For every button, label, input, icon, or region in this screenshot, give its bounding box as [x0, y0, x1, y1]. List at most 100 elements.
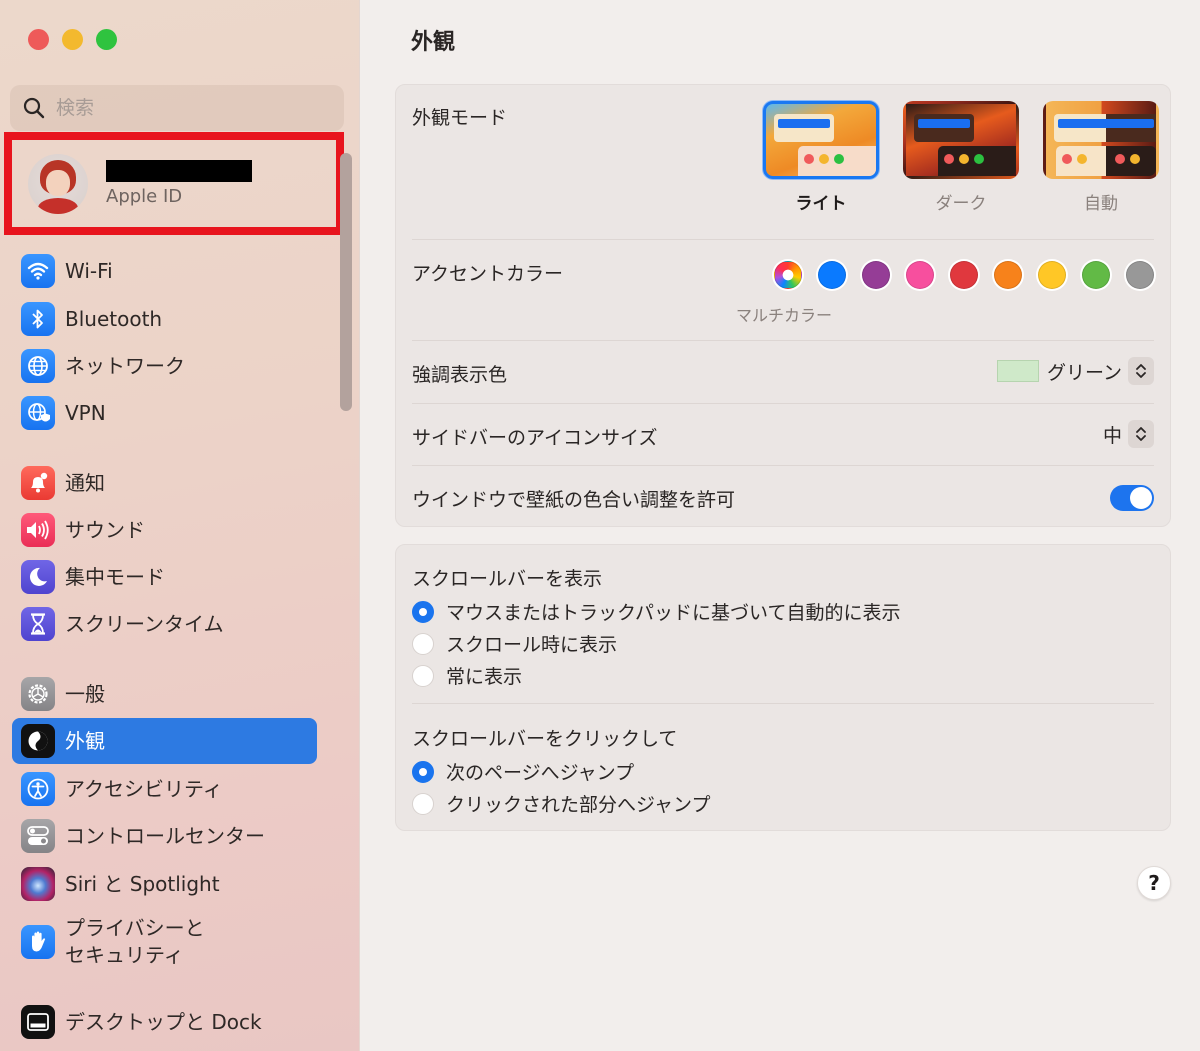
appearance-option-auto[interactable]: 自動 [1031, 101, 1171, 214]
sidebar-item-screen-time[interactable]: スクリーンタイム [12, 601, 317, 647]
sidebar-item-siri-spotlight[interactable]: Siri と Spotlight [12, 861, 317, 907]
click-scrollbar-option-clicked-spot[interactable]: クリックされた部分へジャンプ [412, 790, 710, 817]
appearance-option-label: ダーク [935, 194, 987, 214]
bluetooth-icon [21, 302, 55, 336]
appearance-option-label: ライト [795, 194, 847, 214]
appearance-option-light[interactable]: ライト [751, 101, 891, 214]
radio-button[interactable] [412, 792, 434, 815]
chevron-updown-icon[interactable] [1128, 357, 1154, 385]
sidebar-item-accessibility[interactable]: アクセシビリティ [12, 766, 317, 812]
sidebar-item-label: デスクトップと Dock [65, 1009, 262, 1034]
apple-id-label: Apple ID [106, 186, 183, 207]
globe-icon [21, 349, 55, 383]
radio-label: マウスまたはトラックパッドに基づいて自動的に表示 [446, 602, 901, 624]
sidebar-item-label: Wi-Fi [65, 258, 113, 283]
sidebar-item-desktop-dock[interactable]: デスクトップと Dock [12, 999, 317, 1045]
show-scrollbars-option-always[interactable]: 常に表示 [412, 662, 522, 689]
sidebar: Apple ID Wi-Fi Bluetooth ネットワーク VPN 通知 [0, 0, 360, 1051]
sidebar-item-privacy-security[interactable]: プライバシーと セキュリティ [12, 912, 317, 972]
apple-id-account[interactable]: Apple ID [4, 132, 344, 235]
divider [412, 703, 1154, 704]
show-scrollbars-option-auto[interactable]: マウスまたはトラックパッドに基づいて自動的に表示 [412, 598, 900, 625]
appearance-option-dark[interactable]: ダーク [891, 101, 1031, 214]
sidebar-icon-size-value: 中 [1102, 424, 1122, 447]
hand-icon [21, 925, 55, 959]
accent-swatch-multicolor[interactable] [774, 261, 802, 289]
chevron-updown-icon[interactable] [1128, 420, 1154, 448]
wallpaper-tinting-label: ウインドウで壁紙の色合い調整を許可 [412, 489, 736, 511]
dark-mode-thumbnail[interactable] [903, 101, 1019, 179]
search-field[interactable] [10, 85, 344, 131]
show-scrollbars-option-scrolling[interactable]: スクロール時に表示 [412, 630, 617, 657]
accent-swatch-purple[interactable] [862, 261, 890, 289]
moon-icon [21, 560, 55, 594]
auto-mode-thumbnail[interactable] [1043, 101, 1159, 179]
accent-swatch-pink[interactable] [906, 261, 934, 289]
sidebar-item-label: スクリーンタイム [65, 611, 224, 636]
sidebar-item-general[interactable]: 一般 [12, 671, 317, 717]
sidebar-item-network[interactable]: ネットワーク [12, 343, 317, 389]
click-scrollbar-option-next-page[interactable]: 次のページへジャンプ [412, 758, 634, 785]
accent-swatch-yellow[interactable] [1038, 261, 1066, 289]
accent-swatch-orange[interactable] [994, 261, 1022, 289]
accent-swatch-red[interactable] [950, 261, 978, 289]
accent-swatch-green[interactable] [1082, 261, 1110, 289]
accent-selected-caption: マルチカラー [736, 306, 833, 325]
radio-label: クリックされた部分へジャンプ [446, 794, 711, 816]
radio-button[interactable] [412, 664, 434, 687]
accessibility-icon [21, 772, 55, 806]
sidebar-item-appearance[interactable]: 外観 [12, 718, 317, 764]
bell-icon [21, 466, 55, 500]
sidebar-item-label: アクセシビリティ [65, 776, 223, 801]
divider [412, 239, 1154, 240]
search-input[interactable] [56, 97, 316, 119]
sidebar-item-label: Siri と Spotlight [65, 871, 220, 896]
avatar [28, 153, 88, 214]
show-scrollbars-label: スクロールバーを表示 [412, 568, 603, 590]
light-mode-thumbnail[interactable] [763, 101, 879, 179]
main-panel: 外観 外観モード ライト ダーク 自動 アクセントカラー マルチカラー 強調表示… [361, 0, 1200, 1051]
toggle-knob [1130, 487, 1152, 509]
radio-button[interactable] [412, 760, 434, 783]
divider [412, 403, 1154, 404]
close-window-button[interactable] [28, 29, 49, 50]
sidebar-item-label: プライバシーと セキュリティ [65, 916, 205, 967]
sidebar-item-bluetooth[interactable]: Bluetooth [12, 296, 317, 342]
sidebar-scrollbar[interactable] [340, 153, 352, 411]
appearance-settings-card: 外観モード ライト ダーク 自動 アクセントカラー マルチカラー 強調表示色 グ… [395, 84, 1171, 527]
sidebar-icon-size-popup[interactable]: 中 [1103, 420, 1154, 448]
sidebar-item-label: ネットワーク [65, 353, 185, 378]
accent-swatch-graphite[interactable] [1126, 261, 1154, 289]
sidebar-item-vpn[interactable]: VPN [12, 390, 317, 436]
sidebar-item-wifi[interactable]: Wi-Fi [12, 248, 317, 294]
radio-button[interactable] [412, 632, 434, 655]
sidebar-item-label: 外観 [65, 728, 105, 753]
sidebar-item-label: 一般 [65, 681, 105, 706]
sidebar-item-focus[interactable]: 集中モード [12, 554, 317, 600]
toggles-icon [21, 819, 55, 853]
wifi-icon [21, 254, 55, 288]
accent-color-label: アクセントカラー [412, 263, 564, 285]
radio-button[interactable] [412, 600, 434, 623]
appearance-mode-picker: ライト ダーク 自動 [751, 101, 1171, 214]
sidebar-item-label: 集中モード [65, 564, 165, 589]
appearance-icon [21, 724, 55, 758]
appearance-option-label: 自動 [1084, 194, 1118, 214]
dock-icon [21, 1005, 55, 1039]
help-button[interactable]: ? [1137, 866, 1171, 900]
wallpaper-tinting-toggle[interactable] [1110, 485, 1154, 511]
sidebar-item-notifications[interactable]: 通知 [12, 460, 317, 506]
minimize-window-button[interactable] [62, 29, 83, 50]
sidebar-item-sound[interactable]: サウンド [12, 507, 317, 553]
highlight-color-label: 強調表示色 [412, 364, 508, 386]
sidebar-item-label: Bluetooth [65, 306, 163, 331]
accent-swatch-blue[interactable] [818, 261, 846, 289]
page-title: 外観 [411, 30, 456, 55]
maximize-window-button[interactable] [96, 29, 117, 50]
sidebar-item-control-center[interactable]: コントロールセンター [12, 813, 317, 859]
gear-icon [21, 677, 55, 711]
search-icon [23, 97, 45, 119]
hourglass-icon [21, 607, 55, 641]
highlight-color-popup[interactable]: グリーン [996, 357, 1154, 385]
sidebar-item-label: サウンド [65, 517, 145, 542]
